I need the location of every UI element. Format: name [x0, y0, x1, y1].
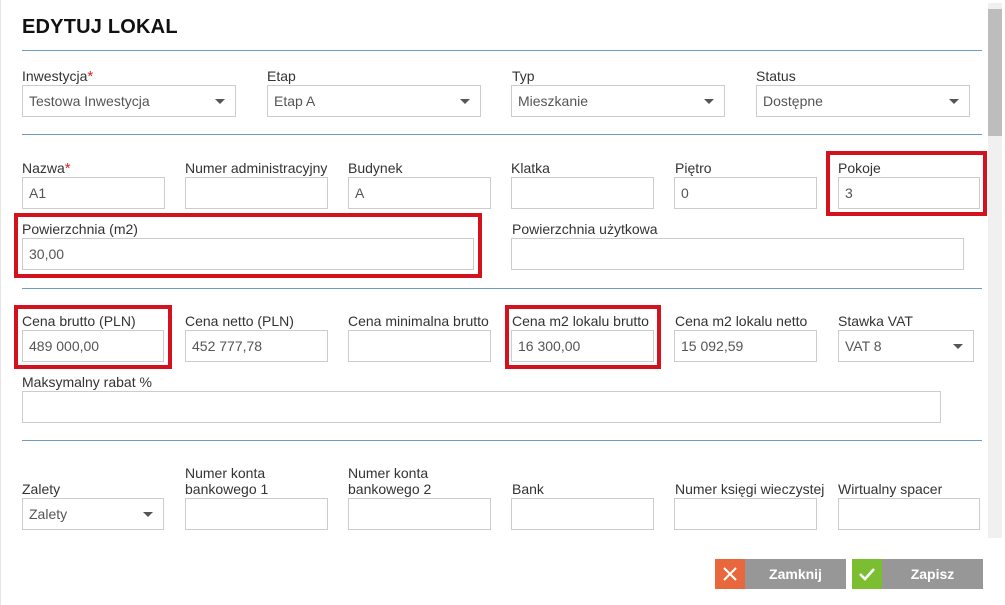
klatka-input[interactable]: [511, 177, 654, 209]
caret-down-icon: [949, 99, 959, 104]
numer-administracyjny-label: Numer administracyjny: [185, 160, 328, 176]
divider: [22, 288, 982, 289]
numer-konta-1-label: Numer konta bankowego 1: [185, 465, 269, 497]
powierzchnia-uzytkowa-label: Powierzchnia użytkowa: [512, 221, 658, 237]
numer-konta-2-label: Numer konta bankowego 2: [348, 465, 432, 497]
close-button[interactable]: Zamknij: [715, 559, 846, 589]
zalety-select[interactable]: Zalety: [22, 498, 164, 530]
status-label: Status: [756, 68, 796, 84]
numer-ksiegi-label: Numer księgi wieczystej: [675, 481, 825, 497]
numer-konta-1-input[interactable]: [185, 498, 328, 530]
typ-select[interactable]: Mieszkanie: [511, 85, 725, 117]
caret-down-icon: [953, 344, 963, 349]
numer-administracyjny-input[interactable]: [185, 177, 328, 209]
status-value: Dostępne: [763, 93, 823, 109]
zalety-label: Zalety: [22, 481, 61, 497]
caret-down-icon: [704, 99, 714, 104]
cena-netto-label: Cena netto (PLN): [185, 313, 294, 329]
save-button[interactable]: Zapisz: [852, 559, 983, 589]
klatka-label: Klatka: [511, 160, 550, 176]
cena-brutto-highlight-box: [14, 305, 172, 369]
inwestycja-select[interactable]: Testowa Inwestycja: [22, 85, 236, 117]
etap-value: Etap A: [274, 93, 316, 109]
nazwa-label: Nazwa*: [22, 160, 71, 177]
divider: [22, 134, 982, 135]
inwestycja-label-text: Inwestycja: [22, 68, 88, 84]
scrollbar-thumb[interactable]: [988, 9, 1002, 136]
pietro-label: Piętro: [675, 160, 712, 176]
inwestycja-value: Testowa Inwestycja: [29, 93, 150, 109]
bank-input[interactable]: [511, 498, 654, 530]
nazwa-input[interactable]: A1: [22, 177, 165, 209]
status-select[interactable]: Dostępne: [756, 85, 970, 117]
cena-m2-brutto-highlight-box: [505, 305, 661, 369]
pokoje-highlight-box: [826, 151, 987, 216]
stawka-vat-value: VAT 8: [845, 338, 882, 354]
pietro-input[interactable]: 0: [674, 177, 817, 209]
typ-value: Mieszkanie: [518, 93, 589, 109]
vertical-scrollbar[interactable]: [988, 3, 1002, 538]
powierzchnia-uzytkowa-input[interactable]: [511, 238, 964, 270]
etap-label: Etap: [267, 68, 296, 84]
etap-select[interactable]: Etap A: [267, 85, 481, 117]
caret-down-icon: [143, 512, 153, 517]
close-x-icon: [715, 559, 745, 589]
close-button-label: Zamknij: [769, 566, 822, 582]
inwestycja-label: Inwestycja*: [22, 68, 93, 85]
cena-minimalna-brutto-label: Cena minimalna brutto: [348, 313, 489, 329]
numer-konta-2-input[interactable]: [348, 498, 491, 530]
zalety-value: Zalety: [29, 506, 68, 522]
divider: [22, 440, 982, 441]
wirtualny-spacer-label: Wirtualny spacer: [838, 481, 943, 497]
bank-label: Bank: [512, 481, 544, 497]
save-button-label: Zapisz: [910, 566, 955, 582]
edit-unit-modal: EDYTUJ LOKAL Inwestycja* Testowa Inwesty…: [0, 0, 1005, 605]
stawka-vat-label: Stawka VAT: [838, 313, 913, 329]
maksymalny-rabat-label: Maksymalny rabat %: [22, 374, 152, 390]
caret-down-icon: [215, 99, 225, 104]
wirtualny-spacer-input[interactable]: [838, 498, 980, 530]
numer-ksiegi-input[interactable]: [674, 498, 817, 530]
budynek-label: Budynek: [348, 160, 403, 176]
caret-down-icon: [460, 99, 470, 104]
required-mark: *: [64, 160, 71, 177]
checkmark-icon: [852, 559, 882, 589]
modal-title: EDYTUJ LOKAL: [22, 16, 178, 38]
cena-minimalna-brutto-input[interactable]: [348, 330, 491, 362]
required-mark: *: [87, 68, 94, 85]
nazwa-label-text: Nazwa: [22, 160, 65, 176]
divider: [22, 50, 982, 51]
cena-netto-input[interactable]: 452 777,78: [185, 330, 328, 362]
typ-label: Typ: [512, 68, 535, 84]
cena-m2-netto-label: Cena m2 lokalu netto: [675, 313, 808, 329]
budynek-input[interactable]: A: [348, 177, 491, 209]
powierzchnia-highlight-box: [14, 213, 482, 278]
cena-m2-netto-input[interactable]: 15 092,59: [674, 330, 817, 362]
maksymalny-rabat-input[interactable]: [22, 391, 941, 423]
stawka-vat-select[interactable]: VAT 8: [838, 330, 974, 362]
